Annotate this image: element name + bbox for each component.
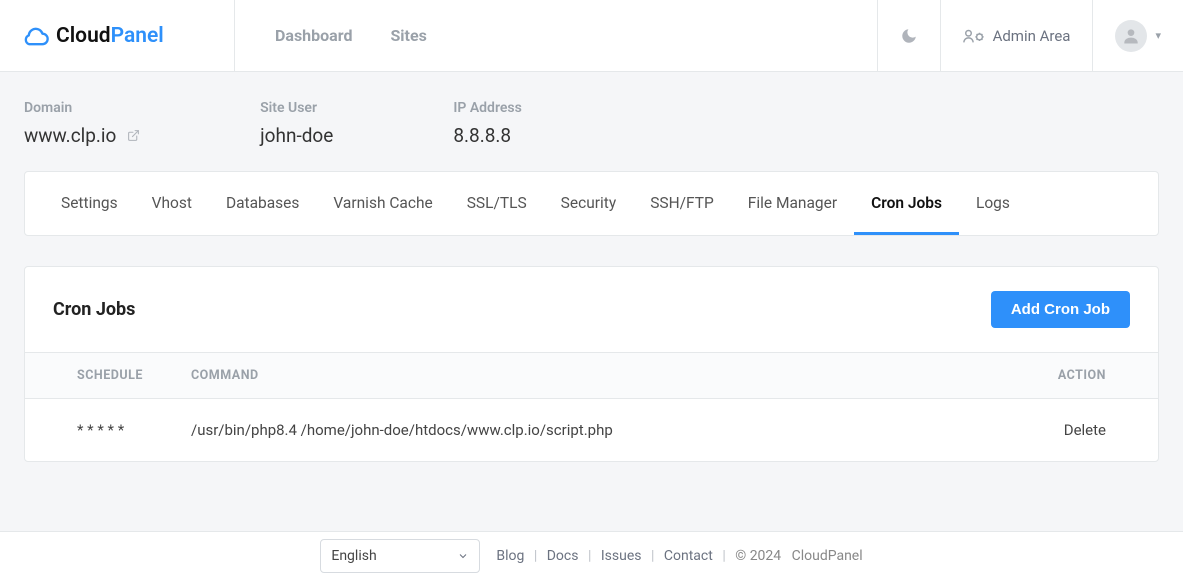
cron-jobs-card: Cron Jobs Add Cron Job SCHEDULE COMMAND … (24, 266, 1159, 462)
site-info-row: Domain www.clp.io Site User john-doe IP … (0, 72, 1183, 171)
user-menu-cell: ▾ (1092, 0, 1183, 71)
footer-sep: | (588, 548, 591, 564)
language-value: English (331, 548, 376, 564)
logo-word-panel: Panel (111, 24, 164, 48)
tab-security[interactable]: Security (544, 172, 634, 235)
tab-logs[interactable]: Logs (959, 172, 1027, 235)
tab-databases[interactable]: Databases (209, 172, 316, 235)
tab-cron-jobs[interactable]: Cron Jobs (854, 172, 959, 235)
domain-value: www.clp.io (24, 124, 140, 147)
ip-value: 8.8.8.8 (453, 124, 521, 147)
tab-vhost[interactable]: Vhost (135, 172, 209, 235)
logo-icon (22, 22, 50, 50)
footer-docs[interactable]: Docs (547, 548, 579, 564)
admin-area-label: Admin Area (993, 27, 1071, 45)
footer-copyright: © 2024 (735, 548, 781, 564)
theme-toggle[interactable] (877, 0, 940, 71)
admin-area-cell: Admin Area (940, 0, 1093, 71)
avatar (1115, 20, 1147, 52)
main-nav: Dashboard Sites (235, 0, 877, 71)
nav-dashboard[interactable]: Dashboard (275, 26, 352, 45)
footer-issues[interactable]: Issues (601, 548, 642, 564)
col-schedule: SCHEDULE (25, 353, 175, 399)
logo-text: CloudPanel (56, 24, 164, 48)
tab-ssh-ftp[interactable]: SSH/FTP (633, 172, 731, 235)
ip-label: IP Address (453, 100, 521, 116)
footer-sep: | (722, 548, 725, 564)
col-action: ACTION (1018, 353, 1158, 399)
site-user-col: Site User john-doe (260, 100, 333, 147)
tab-settings[interactable]: Settings (25, 172, 135, 235)
domain-label: Domain (24, 100, 140, 116)
chevron-down-icon: ▾ (1155, 29, 1161, 42)
admin-area-link[interactable]: Admin Area (963, 27, 1071, 45)
language-select[interactable]: English (320, 539, 480, 573)
footer-contact[interactable]: Contact (664, 548, 713, 564)
tab-ssl-tls[interactable]: SSL/TLS (450, 172, 544, 235)
user-menu[interactable]: ▾ (1115, 20, 1161, 52)
logo[interactable]: CloudPanel (0, 0, 235, 71)
add-cron-job-button[interactable]: Add Cron Job (991, 291, 1130, 328)
nav-sites[interactable]: Sites (390, 26, 426, 45)
table-row: * * * * */usr/bin/php8.4 /home/john-doe/… (25, 399, 1158, 462)
site-tabs: SettingsVhostDatabasesVarnish CacheSSL/T… (25, 172, 1158, 235)
card-title: Cron Jobs (53, 299, 135, 320)
cron-jobs-table: SCHEDULE COMMAND ACTION * * * * */usr/bi… (25, 352, 1158, 461)
chevron-down-icon (457, 550, 469, 562)
cell-schedule: * * * * * (25, 399, 175, 462)
site-tabs-container: SettingsVhostDatabasesVarnish CacheSSL/T… (24, 171, 1159, 236)
external-link-icon[interactable] (127, 129, 140, 142)
site-user-label: Site User (260, 100, 333, 116)
footer: English Blog | Docs | Issues | Contact |… (0, 531, 1183, 579)
ip-col: IP Address 8.8.8.8 (453, 100, 521, 147)
delete-link[interactable]: Delete (1064, 421, 1106, 439)
topbar-right: Admin Area ▾ (877, 0, 1183, 71)
cell-command: /usr/bin/php8.4 /home/john-doe/htdocs/ww… (175, 399, 1018, 462)
topbar: CloudPanel Dashboard Sites Adm (0, 0, 1183, 72)
footer-sep: | (651, 548, 654, 564)
footer-links: Blog | Docs | Issues | Contact | © 2024 … (496, 548, 862, 564)
users-gear-icon (963, 28, 985, 44)
footer-sep: | (534, 548, 537, 564)
col-command: COMMAND (175, 353, 1018, 399)
footer-brand: CloudPanel (792, 548, 863, 564)
domain-text: www.clp.io (24, 124, 116, 147)
site-user-value: john-doe (260, 124, 333, 147)
logo-word-cloud: Cloud (56, 24, 111, 48)
moon-icon (900, 27, 918, 45)
tab-varnish-cache[interactable]: Varnish Cache (316, 172, 449, 235)
footer-blog[interactable]: Blog (496, 548, 524, 564)
tab-file-manager[interactable]: File Manager (731, 172, 854, 235)
site-domain-col: Domain www.clp.io (24, 100, 140, 147)
cell-action: Delete (1018, 399, 1158, 462)
card-header: Cron Jobs Add Cron Job (25, 267, 1158, 352)
